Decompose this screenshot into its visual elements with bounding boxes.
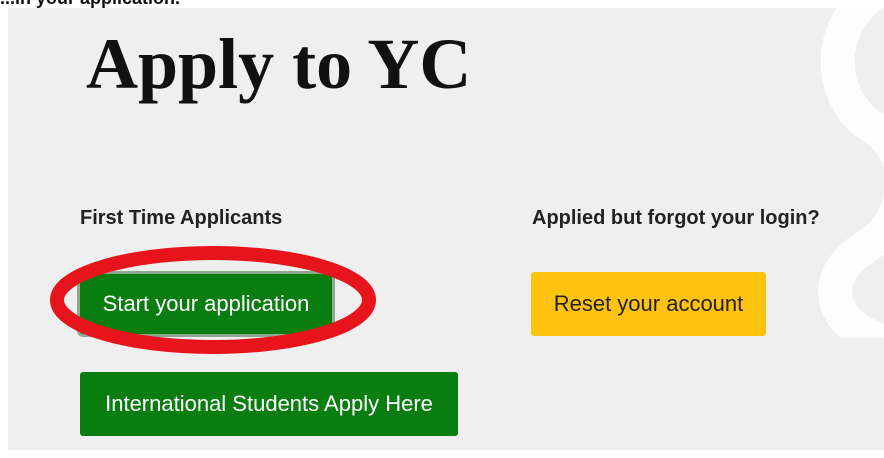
forgot-login-heading: Applied but forgot your login? bbox=[532, 207, 820, 229]
page-title: Apply to YC bbox=[86, 24, 472, 104]
start-application-button[interactable]: Start your application bbox=[80, 274, 332, 334]
first-time-applicants-heading: First Time Applicants bbox=[80, 207, 283, 229]
watermark-glyph-icon bbox=[818, 8, 884, 338]
international-students-button[interactable]: International Students Apply Here bbox=[80, 372, 458, 436]
reset-account-button[interactable]: Reset your account bbox=[531, 272, 766, 336]
screenshot-frame: ...in your application. Apply to YC Firs… bbox=[0, 0, 884, 458]
cropped-caption-text: ...in your application. bbox=[0, 0, 180, 8]
apply-panel: Apply to YC First Time Applicants Applie… bbox=[8, 8, 884, 450]
